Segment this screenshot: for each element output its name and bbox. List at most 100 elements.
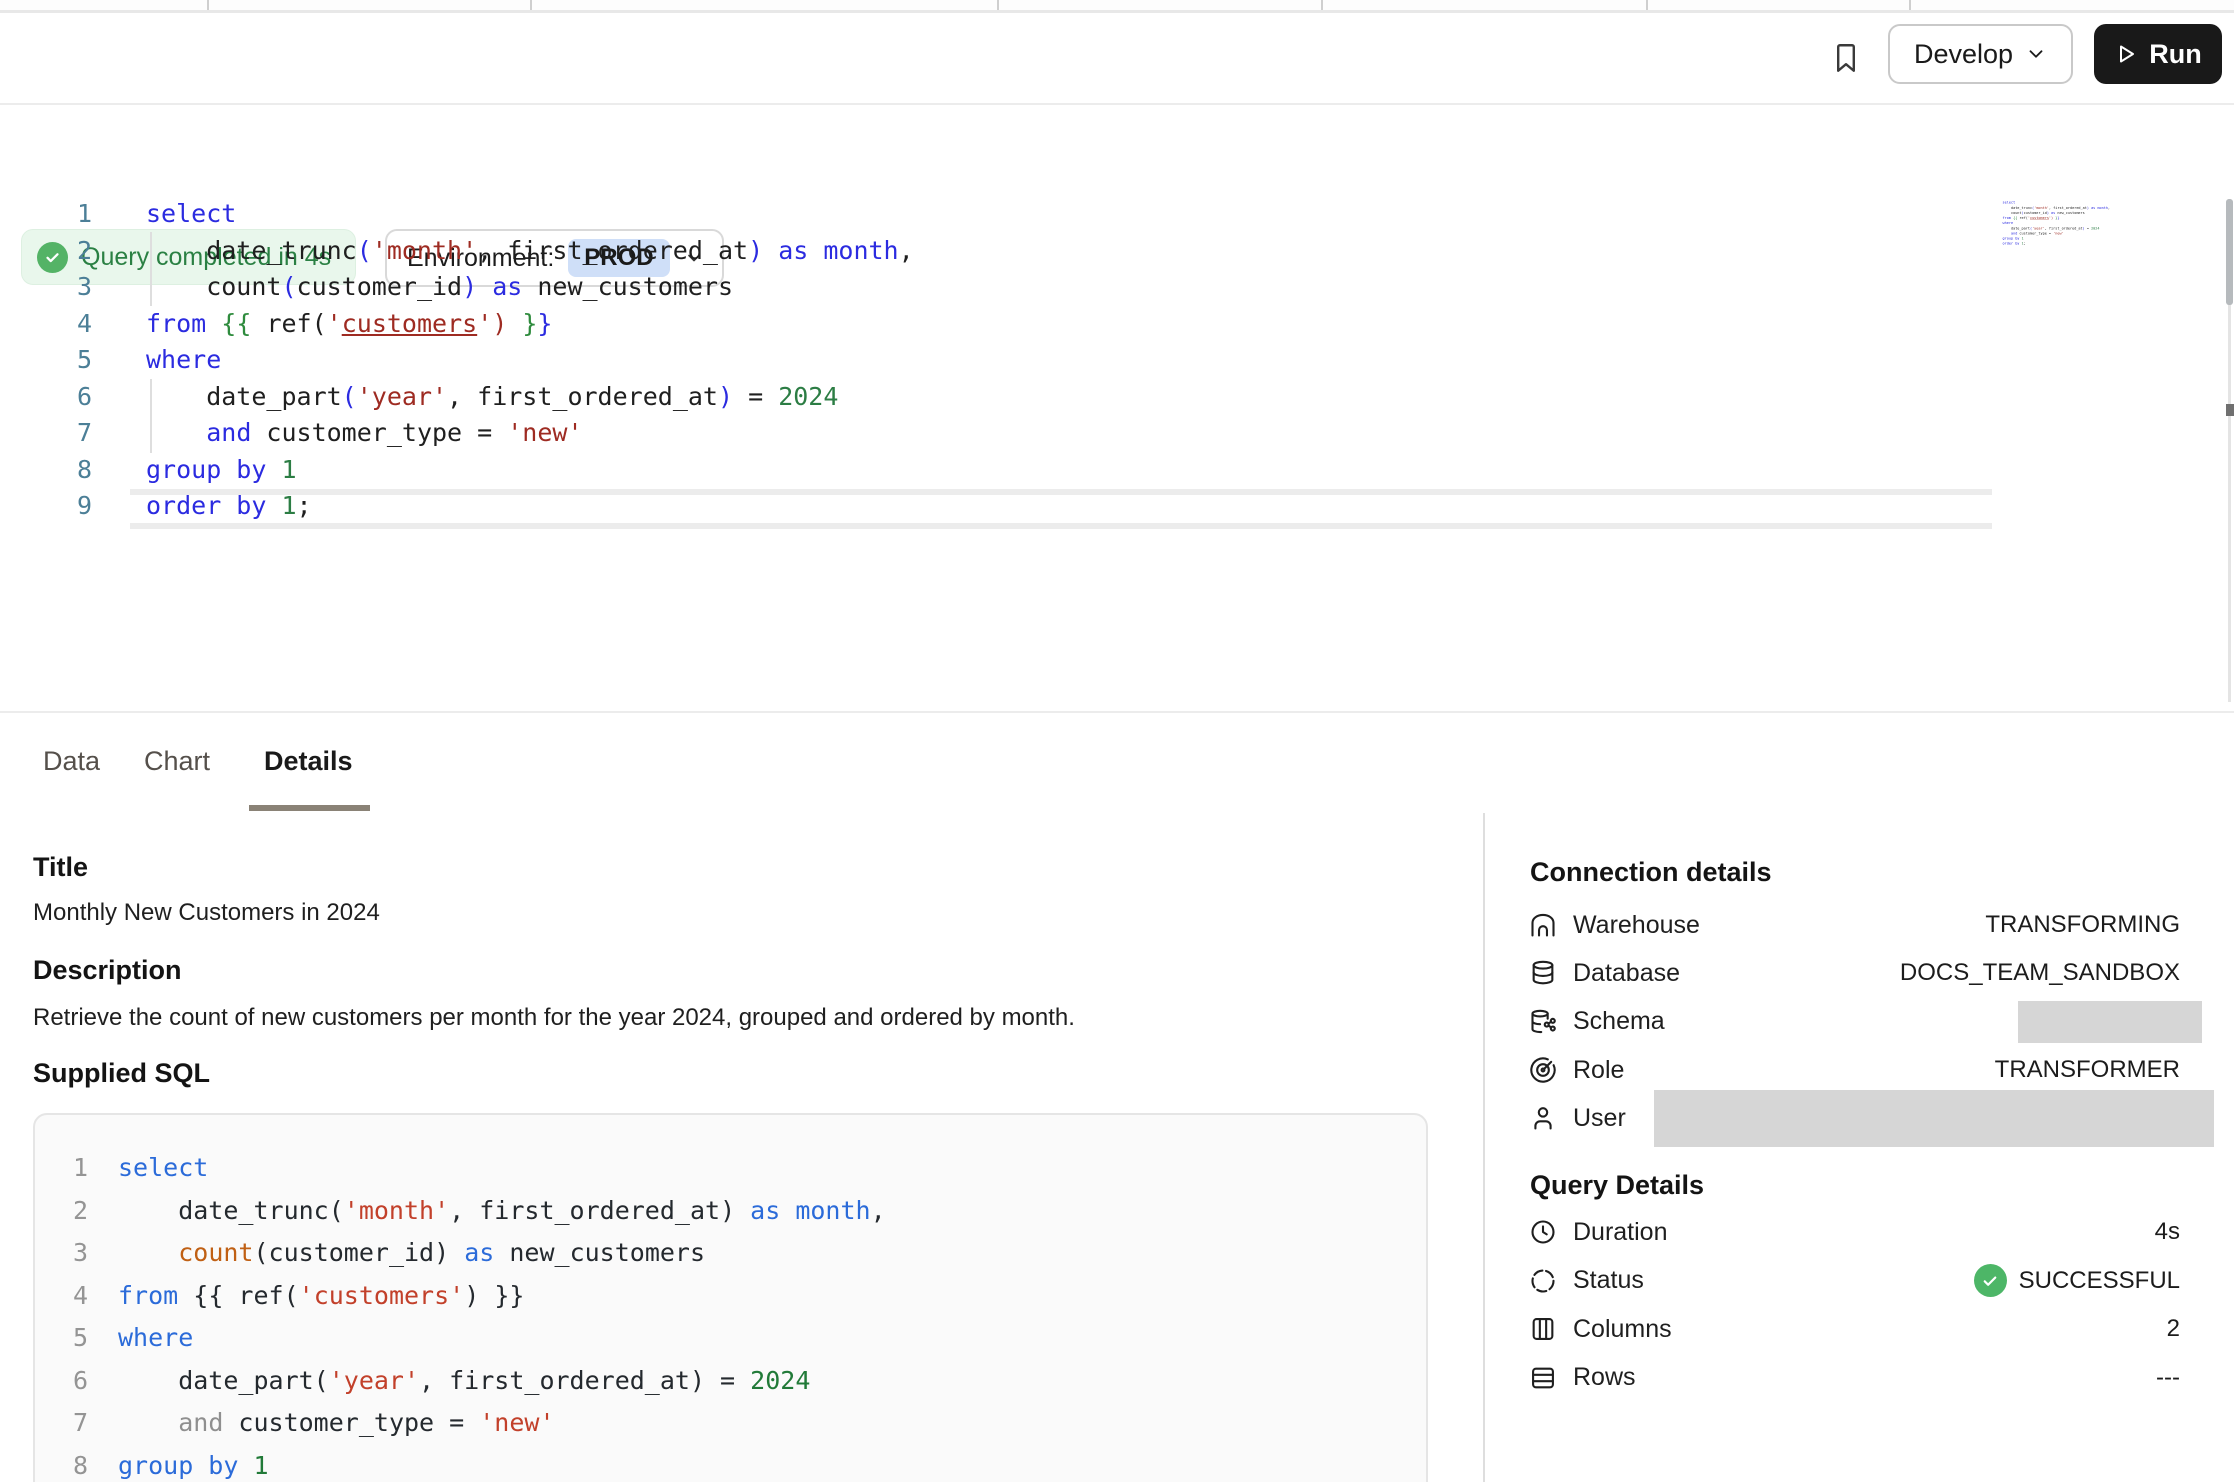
title-heading: Title	[33, 852, 88, 883]
title-value: Monthly New Customers in 2024	[33, 899, 380, 927]
duration-row: Duration 4s	[1529, 1208, 2180, 1257]
run-button[interactable]: Run	[2094, 24, 2222, 84]
code-line: 2 date_trunc('month', first_ordered_at) …	[35, 1190, 1426, 1233]
status-label: Status	[1573, 1266, 1644, 1295]
tab-separator	[1646, 0, 1648, 10]
line-number: 9	[52, 488, 92, 525]
schema-value	[2018, 1001, 2180, 1043]
supplied-sql-box: 1select2 date_trunc('month', first_order…	[33, 1113, 1428, 1482]
toolbar: Develop Run	[0, 13, 2234, 105]
code-line: 5where	[52, 342, 914, 379]
line-number: 5	[52, 342, 92, 379]
loader-icon	[1529, 1267, 1557, 1295]
bookmark-button[interactable]	[1829, 36, 1863, 80]
user-icon	[1529, 1104, 1557, 1132]
rows-label: Rows	[1573, 1363, 1636, 1392]
line-number: 4	[35, 1275, 88, 1318]
schema-icon	[1529, 1008, 1557, 1036]
line-number: 3	[35, 1232, 88, 1275]
status-value: SUCCESSFUL	[1974, 1264, 2180, 1297]
role-value: TRANSFORMER	[1995, 1056, 2180, 1084]
tab-details[interactable]: Details	[264, 713, 353, 809]
editor-scrollbar-marker	[2226, 404, 2234, 416]
query-details-heading: Query Details	[1530, 1170, 1704, 1201]
database-icon	[1529, 959, 1557, 987]
line-number: 3	[52, 269, 92, 306]
code-line: 4from {{ ref('customers') }}	[35, 1275, 1426, 1318]
sql-editor[interactable]: Query completed in 4s Environment: PROD …	[0, 105, 2234, 711]
browser-tab-strip	[0, 0, 2234, 13]
rows-row: Rows ---	[1529, 1354, 2180, 1403]
code-line: 9order by 1;	[1995, 241, 2121, 246]
redacted-value	[2018, 1001, 2202, 1043]
query-meta-pane: Title Monthly New Customers in 2024 Desc…	[0, 813, 1483, 1482]
rows-icon	[1529, 1364, 1557, 1392]
success-check-icon	[1974, 1264, 2007, 1297]
line-number: 5	[35, 1317, 88, 1360]
tab-separator	[1321, 0, 1323, 10]
code-line: 6 date_part('year', first_ordered_at) = …	[52, 379, 914, 416]
code-line: 8group by 1	[52, 452, 914, 489]
user-value	[1654, 1090, 2180, 1147]
status-row: Status SUCCESSFUL	[1529, 1257, 2180, 1306]
editor-minimap[interactable]: 1select2 date_trunc('month', first_order…	[1995, 200, 2125, 260]
tab-separator	[530, 0, 532, 10]
line-number: 7	[35, 1402, 88, 1445]
rows-value: ---	[2156, 1364, 2180, 1392]
line-number: 8	[35, 1445, 88, 1482]
database-row: DatabaseDOCS_TEAM_SANDBOX	[1529, 949, 2180, 997]
role-label: Role	[1573, 1056, 1624, 1085]
tab-separator	[207, 0, 209, 10]
chevron-down-icon	[2025, 43, 2047, 65]
query-details-rows: Duration 4s Status SUCCESSFUL Columns 2 Rows --…	[1529, 1208, 2180, 1402]
code-line: 8group by 1	[35, 1445, 1426, 1482]
supplied-sql-heading: Supplied SQL	[33, 1058, 210, 1089]
warehouse-row: WarehouseTRANSFORMING	[1529, 901, 2180, 949]
line-number: 1	[52, 196, 92, 233]
details-panel: Title Monthly New Customers in 2024 Desc…	[0, 813, 2234, 1482]
clock-icon	[1529, 1218, 1557, 1246]
columns-icon	[1529, 1315, 1557, 1343]
tab-separator	[997, 0, 999, 10]
database-label: Database	[1573, 959, 1680, 988]
tab-chart[interactable]: Chart	[144, 713, 210, 809]
develop-label: Develop	[1914, 39, 2013, 70]
code-line: 3 count(customer_id) as new_customers	[52, 269, 914, 306]
line-number: 7	[52, 415, 92, 452]
duration-value: 4s	[2155, 1218, 2180, 1246]
develop-dropdown[interactable]: Develop	[1888, 24, 2073, 84]
editor-scrollbar-thumb[interactable]	[2226, 199, 2233, 305]
user-row: User	[1529, 1094, 2180, 1142]
columns-value: 2	[2167, 1315, 2180, 1343]
columns-row: Columns 2	[1529, 1305, 2180, 1354]
bookmark-icon	[1829, 36, 1863, 80]
code-line: 7 and customer_type = 'new'	[35, 1402, 1426, 1445]
code-line: 9order by 1;	[52, 488, 914, 525]
schema-label: Schema	[1573, 1007, 1665, 1036]
connection-details-rows: WarehouseTRANSFORMINGDatabaseDOCS_TEAM_S…	[1529, 901, 2180, 1142]
schema-row: Schema	[1529, 998, 2180, 1046]
code-line: 5where	[35, 1317, 1426, 1360]
app-window: Develop Run Query completed in 4s Enviro…	[0, 0, 2234, 1482]
line-number: 2	[35, 1190, 88, 1233]
line-number: 8	[52, 452, 92, 489]
editor-code[interactable]: 1select2 date_trunc('month', first_order…	[52, 196, 914, 525]
code-line: 3 count(customer_id) as new_customers	[35, 1232, 1426, 1275]
warehouse-icon	[1529, 911, 1557, 939]
tab-data[interactable]: Data	[43, 713, 100, 809]
columns-label: Columns	[1573, 1315, 1672, 1344]
code-line: 1select	[52, 196, 914, 233]
run-label: Run	[2149, 39, 2201, 70]
play-icon	[2114, 42, 2138, 66]
line-number: 6	[52, 379, 92, 416]
warehouse-value: TRANSFORMING	[1985, 911, 2180, 939]
code-line: 1select	[35, 1147, 1426, 1190]
supplied-sql-code: 1select2 date_trunc('month', first_order…	[35, 1147, 1426, 1482]
description-heading: Description	[33, 955, 182, 986]
duration-label: Duration	[1573, 1218, 1668, 1247]
code-line: 7 and customer_type = 'new'	[52, 415, 914, 452]
tab-separator	[1909, 0, 1911, 10]
result-tab-bar: Data Chart Details	[0, 711, 2234, 815]
description-value: Retrieve the count of new customers per …	[33, 1004, 1075, 1032]
line-number: 2	[52, 233, 92, 270]
